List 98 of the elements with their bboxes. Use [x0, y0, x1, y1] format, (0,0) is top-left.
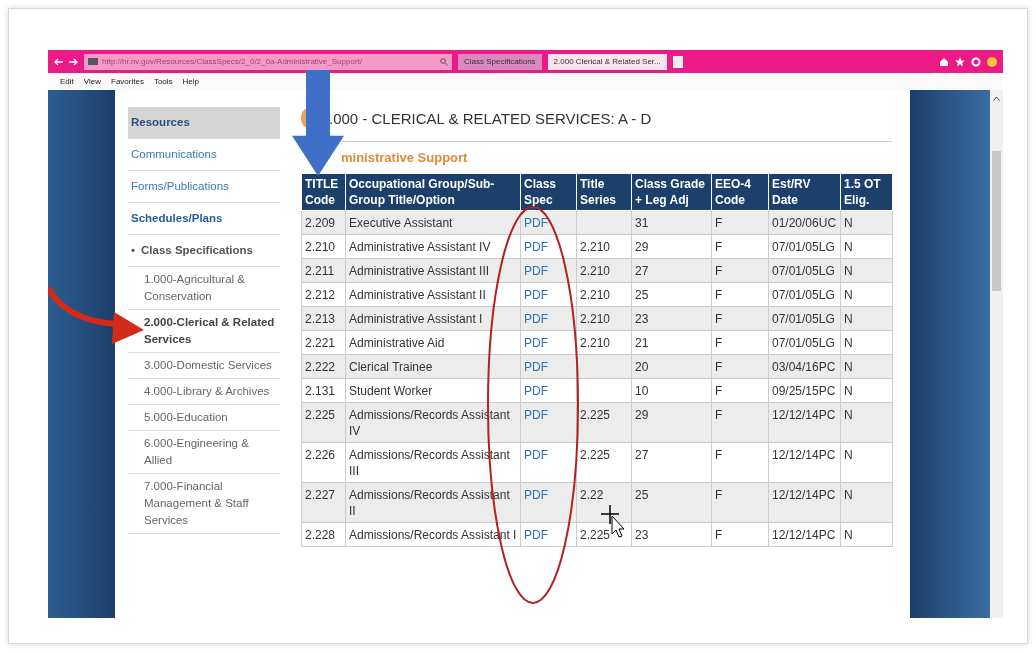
table-cell: Clerical Trainee [345, 354, 521, 379]
menu-item[interactable]: Tools [153, 77, 173, 86]
table-cell: Administrative Assistant I [345, 306, 521, 331]
sidebar-item[interactable]: Forms/Publications [128, 171, 280, 203]
table-cell: 2.210 [301, 234, 346, 259]
table-cell: N [840, 522, 893, 547]
table-cell: 21 [631, 330, 712, 355]
table-cell: 12/12/14PC [768, 402, 841, 443]
page-heading: .000 - CLERICAL & RELATED SERVICES: A - D [329, 109, 652, 127]
table-cell: 2.225 [301, 402, 346, 443]
menu-item[interactable]: Edit [60, 77, 74, 86]
table-cell: 10 [631, 378, 712, 403]
table-cell: F [711, 234, 769, 259]
table-cell: N [840, 482, 893, 523]
browser-tab[interactable]: 2.000 Clerical & Related Ser... [547, 53, 667, 70]
table-cell: N [840, 282, 893, 307]
scroll-up-icon[interactable] [993, 96, 1000, 101]
table-cell: 2.210 [576, 234, 632, 259]
menu-item[interactable]: Favorites [111, 77, 144, 86]
table-cell: 09/25/15PC [768, 378, 841, 403]
section-heading: ministrative Support [340, 149, 469, 167]
new-tab-icon[interactable] [672, 55, 683, 68]
star-icon[interactable] [955, 56, 965, 67]
table-cell: N [840, 402, 893, 443]
column-header: TITLE Code [301, 173, 346, 211]
table-cell: 29 [631, 234, 712, 259]
table-cell: 25 [631, 482, 712, 523]
column-header: Occupational Group/Sub-Group Title/Option [345, 173, 521, 211]
table-cell: 2.131 [301, 378, 346, 403]
table-cell: 2.210 [576, 282, 632, 307]
table-cell: F [711, 522, 769, 547]
table-cell: Administrative Assistant II [345, 282, 521, 307]
table-cell: Administrative Assistant III [345, 258, 521, 283]
column-header: EEO-4 Code [711, 173, 769, 211]
table-cell: F [711, 378, 769, 403]
table-cell: N [840, 442, 893, 483]
table-cell: 07/01/05LG [768, 234, 841, 259]
column-header: 1.5 OT Elig. [840, 173, 893, 211]
table-cell: 2.212 [301, 282, 346, 307]
table-cell: 29 [631, 402, 712, 443]
pdf-link[interactable]: PDF [524, 488, 548, 502]
pdf-link[interactable]: PDF [524, 408, 548, 422]
table-cell: 07/01/05LG [768, 282, 841, 307]
table-cell: N [840, 330, 893, 355]
sidebar-item[interactable]: 7.000-Financial Management & Staff Services [128, 474, 280, 534]
table-cell [576, 378, 632, 403]
home-icon[interactable] [939, 56, 949, 67]
column-header: Class Spec [520, 173, 577, 211]
sidebar-item[interactable]: Schedules/Plans [128, 203, 280, 235]
table-cell: N [840, 378, 893, 403]
search-icon [440, 57, 448, 66]
table-cell: 2.211 [301, 258, 346, 283]
table-cell: 2.226 [301, 442, 346, 483]
table-cell: 12/12/14PC [768, 522, 841, 547]
table-cell: 23 [631, 522, 712, 547]
table-cell: F [711, 282, 769, 307]
table-cell: 2.209 [301, 210, 346, 235]
scrollbar-thumb[interactable] [992, 151, 1001, 291]
menu-item[interactable]: Help [182, 77, 200, 86]
table-cell: 27 [631, 442, 712, 483]
column-header: Class Grade + Leg Adj [631, 173, 712, 211]
table-cell: 12/12/14PC [768, 482, 841, 523]
column-header: Est/RV Date [768, 173, 841, 211]
table-cell: F [711, 482, 769, 523]
table-cell: Student Worker [345, 378, 521, 403]
sidebar-item[interactable]: 5.000-Education [128, 405, 280, 431]
table-cell: F [711, 442, 769, 483]
sidebar-item[interactable]: 6.000-Engineering & Allied [128, 431, 280, 474]
pdf-link[interactable]: PDF [524, 448, 548, 462]
table-cell: 2.221 [301, 330, 346, 355]
favicon-icon [88, 58, 98, 65]
back-icon[interactable] [54, 57, 63, 66]
menu-item[interactable]: View [83, 77, 101, 86]
sidebar-item[interactable]: Communications [128, 139, 280, 171]
table-cell: 2.225 [576, 442, 632, 483]
table-cell: 2.228 [301, 522, 346, 547]
table-cell: 2.227 [301, 482, 346, 523]
settings-icon[interactable] [971, 56, 981, 67]
table-cell: F [711, 402, 769, 443]
table-cell: Administrative Aid [345, 330, 521, 355]
address-bar[interactable]: http://hr.nv.gov/Resources/ClassSpecs/2_0/2_0a-Administrative_Support/ [84, 53, 452, 70]
table-cell: 2.213 [301, 306, 346, 331]
forward-icon[interactable] [69, 57, 78, 66]
table-cell: F [711, 330, 769, 355]
table-cell: Administrative Assistant IV [345, 234, 521, 259]
sidebar-item[interactable]: 1.000-Agricultural & Conservation [128, 267, 280, 310]
table-cell: 12/12/14PC [768, 442, 841, 483]
table-cell: 25 [631, 282, 712, 307]
table-cell: 07/01/05LG [768, 330, 841, 355]
sidebar-item[interactable]: 3.000-Domestic Services [128, 353, 280, 379]
sidebar-item[interactable]: • Class Specifications [128, 235, 280, 267]
table-cell: 2.222 [301, 354, 346, 379]
table-cell: 2.210 [576, 330, 632, 355]
sidebar-item[interactable]: 4.000-Library & Archives [128, 379, 280, 405]
table-cell: N [840, 234, 893, 259]
column-header: Title Series [576, 173, 632, 211]
sidebar-item[interactable]: Resources [128, 107, 280, 139]
browser-tab[interactable]: Class Specifications [458, 53, 542, 70]
